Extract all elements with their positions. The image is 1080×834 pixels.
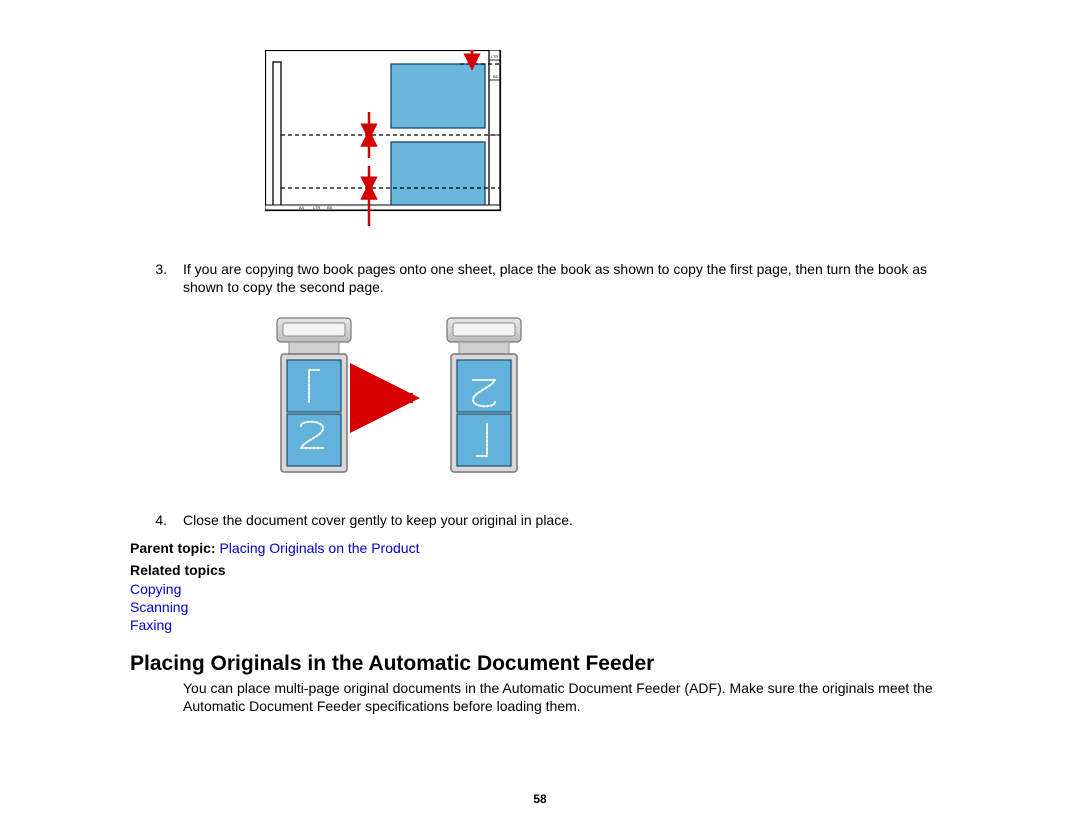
step-3: 3. If you are copying two book pages ont… [130,261,950,296]
svg-text:LTR: LTR [491,54,498,59]
page-content: LTR B5 A4 LTR B5 [0,0,1080,735]
related-topics-heading: Related topics [130,562,950,578]
parent-topic-label: Parent topic: [130,540,216,556]
step-3-number: 3. [130,261,183,296]
parent-topic-line: Parent topic: Placing Originals on the P… [130,540,950,556]
step-3-text: If you are copying two book pages onto o… [183,261,950,296]
related-topics-list: Copying Scanning Faxing [130,580,950,635]
section-body-adf: You can place multi-page original docume… [183,680,950,715]
related-link-faxing[interactable]: Faxing [130,617,172,633]
step-4-number: 4. [130,512,183,530]
svg-text:B5: B5 [327,205,333,210]
step-4-text: Close the document cover gently to keep … [183,512,950,530]
svg-text:B5: B5 [493,74,499,79]
related-link-copying[interactable]: Copying [130,581,181,597]
figure-book-orientation [265,316,950,484]
related-link-scanning[interactable]: Scanning [130,599,188,615]
page-number: 58 [0,792,1080,806]
svg-text:A4: A4 [299,205,305,210]
svg-text:LTR: LTR [313,205,320,210]
section-heading-adf: Placing Originals in the Automatic Docum… [130,652,950,676]
parent-topic-link[interactable]: Placing Originals on the Product [219,540,419,556]
figure-scanner-glass: LTR B5 A4 LTR B5 [265,50,950,231]
step-4: 4. Close the document cover gently to ke… [130,512,950,530]
